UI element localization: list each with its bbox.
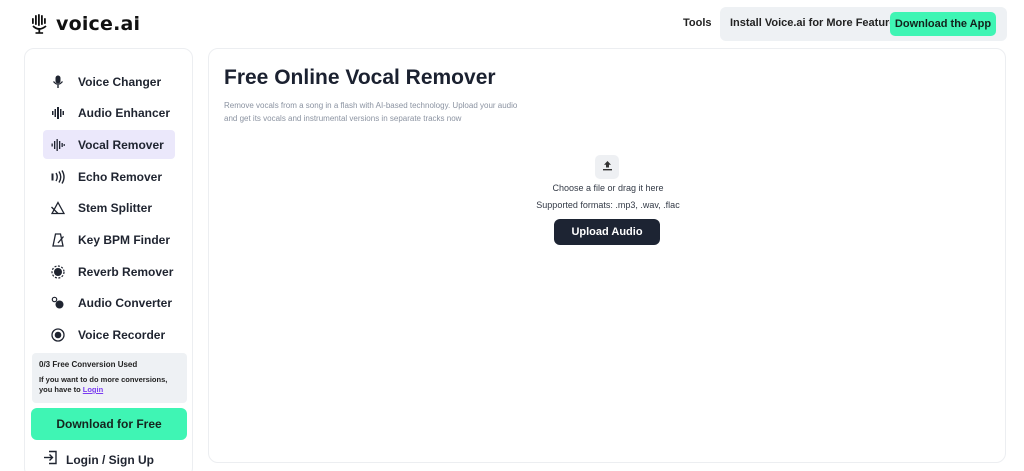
sidebar-item-echo-remover[interactable]: Echo Remover — [43, 162, 175, 191]
sidebar-item-label: Stem Splitter — [78, 201, 153, 216]
record-icon — [50, 327, 66, 343]
sidebar-item-stem-splitter[interactable]: Stem Splitter — [43, 194, 175, 223]
upload-icon — [602, 158, 613, 176]
download-app-button[interactable]: Download the App — [890, 12, 996, 36]
usage-description: If you want to do more conversions, you … — [39, 375, 179, 395]
sidebar-item-label: Echo Remover — [78, 169, 163, 184]
microphone-icon — [50, 74, 66, 90]
sidebar-item-label: Audio Enhancer — [78, 106, 171, 121]
install-text: Install Voice.ai for More Features — [730, 17, 902, 29]
sidebar-item-reverb-remover[interactable]: Reverb Remover — [43, 257, 175, 286]
login-signup-button[interactable]: Login / Sign Up — [43, 450, 154, 470]
sidebar: Voice Changer Audio Enhancer Vocal Remov… — [24, 48, 193, 471]
top-header: voice.ai Tools Install Voice.ai for More… — [0, 0, 1024, 48]
supported-formats: Supported formats: .mp3, .wav, .flac — [536, 200, 680, 210]
sidebar-item-voice-changer[interactable]: Voice Changer — [43, 67, 175, 96]
triangle-split-icon — [50, 200, 66, 216]
audio-enhancer-icon — [50, 105, 66, 121]
metronome-icon — [50, 232, 66, 248]
dropzone-hint: Choose a file or drag it here — [552, 183, 664, 193]
upload-icon-button[interactable] — [595, 155, 619, 179]
page-subtitle: Remove vocals from a song in a flash wit… — [224, 101, 518, 123]
sidebar-item-vocal-remover[interactable]: Vocal Remover — [43, 130, 175, 160]
sidebar-item-label: Vocal Remover — [78, 137, 164, 152]
echo-waves-icon — [50, 169, 66, 185]
sidebar-item-label: Voice Changer — [78, 74, 162, 89]
sidebar-item-label: Reverb Remover — [78, 264, 174, 279]
sidebar-item-audio-enhancer[interactable]: Audio Enhancer — [43, 99, 175, 128]
login-icon — [43, 450, 58, 470]
usage-info: 0/3 Free Conversion Used If you want to … — [32, 353, 187, 403]
login-signup-label: Login / Sign Up — [66, 453, 154, 467]
sidebar-menu: Voice Changer Audio Enhancer Vocal Remov… — [43, 67, 175, 352]
download-free-button[interactable]: Download for Free — [31, 408, 187, 440]
sidebar-item-voice-recorder[interactable]: Voice Recorder — [43, 321, 175, 350]
brand-name: voice.ai — [56, 13, 141, 35]
page-title: Free Online Vocal Remover — [224, 66, 496, 89]
converter-icon — [50, 295, 66, 311]
sidebar-item-label: Key BPM Finder — [78, 232, 171, 247]
sidebar-item-key-bpm-finder[interactable]: Key BPM Finder — [43, 225, 175, 254]
sidebar-item-label: Audio Converter — [78, 296, 173, 311]
sidebar-item-label: Voice Recorder — [78, 328, 166, 342]
waveform-icon — [50, 137, 66, 153]
reverb-icon — [50, 264, 66, 280]
sidebar-item-audio-converter[interactable]: Audio Converter — [43, 289, 175, 318]
nav-tools-link[interactable]: Tools — [683, 17, 712, 29]
usage-count: 0/3 Free Conversion Used — [39, 360, 138, 369]
main-panel: Free Online Vocal Remover Remove vocals … — [208, 48, 1006, 463]
login-link[interactable]: Login — [83, 385, 103, 394]
install-banner: Install Voice.ai for More Features Downl… — [720, 7, 1007, 41]
upload-audio-button[interactable]: Upload Audio — [554, 219, 660, 245]
brand-logo[interactable]: voice.ai — [30, 13, 140, 35]
voice-logo-icon — [32, 14, 47, 34]
